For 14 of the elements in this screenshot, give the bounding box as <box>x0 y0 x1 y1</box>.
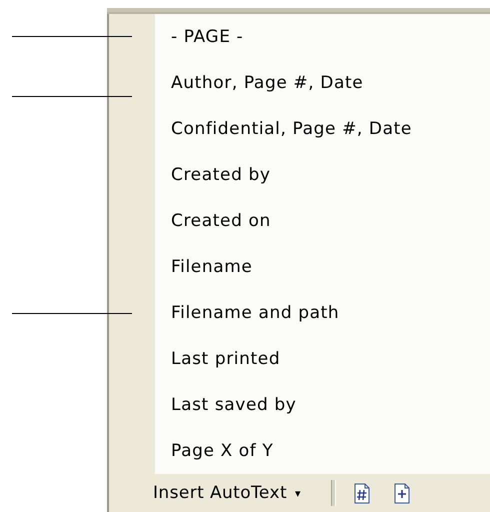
menu-item[interactable]: Confidential, Page #, Date <box>171 119 412 139</box>
menu-item[interactable]: Page X of Y <box>171 441 274 461</box>
insert-autotext-button[interactable]: Insert AutoText ▾ <box>109 483 301 503</box>
menu-item[interactable]: Filename and path <box>171 303 340 323</box>
menu-item[interactable]: Created by <box>171 165 271 185</box>
page-number-icon[interactable] <box>352 482 372 504</box>
menu-item[interactable]: Filename <box>171 257 252 277</box>
menu-item[interactable]: Author, Page #, Date <box>171 73 364 93</box>
menu-item[interactable]: - PAGE - <box>171 27 244 47</box>
menu-item[interactable]: Created on <box>171 211 271 231</box>
toolbar-grip[interactable] <box>330 480 336 506</box>
menu-item[interactable]: Last saved by <box>171 395 296 415</box>
menu-item[interactable]: Last printed <box>171 349 280 369</box>
pages-icon[interactable] <box>392 482 412 504</box>
